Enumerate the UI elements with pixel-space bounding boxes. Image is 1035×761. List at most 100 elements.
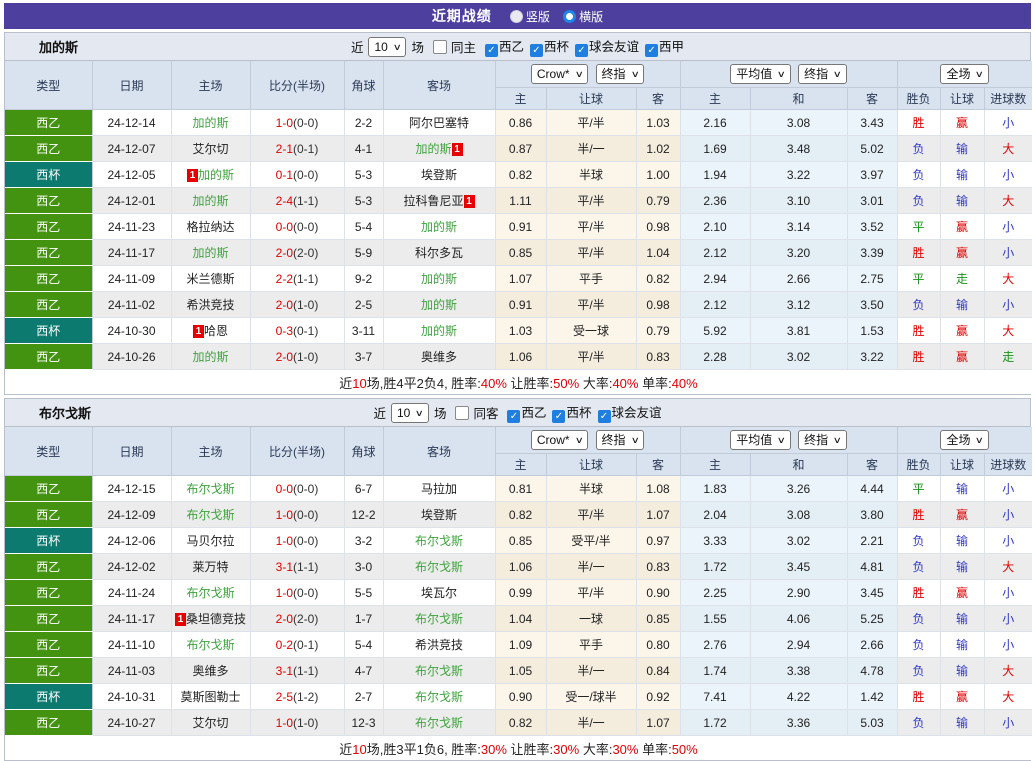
asian-odds-home: 0.91 — [495, 291, 547, 318]
avg-odds-away: 3.39 — [847, 239, 898, 266]
avg-odds-away: 3.22 — [847, 343, 898, 370]
chevron-down-icon: ∨ — [975, 69, 985, 79]
league-checkbox[interactable]: ✓ — [507, 410, 521, 423]
result-handicap: 输 — [940, 657, 985, 684]
home-team-cell: 布尔戈斯 — [171, 475, 251, 502]
match-date: 24-12-06 — [92, 527, 172, 554]
asian-odds-line: 平手 — [546, 631, 637, 658]
bookmaker-select[interactable]: Crow* ∨ — [530, 64, 589, 84]
final-odds-select-1[interactable]: 终指 ∨ — [595, 430, 645, 450]
corners-cell: 12-2 — [344, 501, 384, 528]
score-cell: 0-0(0-0) — [250, 475, 345, 502]
league-checkbox[interactable]: ✓ — [597, 410, 611, 423]
result-goals: 大 — [984, 187, 1033, 214]
asian-odds-line: 半/一 — [546, 553, 637, 580]
score-cell: 3-1(1-1) — [250, 553, 345, 580]
result-outcome: 负 — [897, 135, 941, 162]
result-goals: 大 — [984, 135, 1033, 162]
chevron-down-icon: ∨ — [630, 435, 640, 445]
chevron-down-icon: ∨ — [776, 435, 787, 445]
col-header-date: 日期 — [92, 427, 172, 476]
full-match-select[interactable]: 全场 ∨ — [940, 430, 990, 450]
score-cell: 3-1(1-1) — [250, 657, 345, 684]
col-header-home: 主场 — [171, 61, 251, 110]
score-cell: 0-1(0-0) — [250, 161, 345, 188]
away-team-cell: 阿尔巴塞特 — [383, 109, 496, 136]
average-select[interactable]: 平均值 ∨ — [730, 430, 791, 450]
result-goals: 小 — [984, 291, 1033, 318]
result-outcome: 胜 — [897, 109, 941, 136]
chevron-down-icon: ∨ — [776, 69, 787, 79]
away-team-cell: 加的斯 — [383, 213, 496, 240]
final-odds-select-2[interactable]: 终指 ∨ — [798, 64, 847, 84]
final-odds-value-2: 终指 — [804, 67, 829, 81]
filter-bar: 近 10 ∨ 场 同主 ✓ 西乙 ✓ 西杯 ✓ 球会友谊 ✓ 西甲 — [351, 36, 684, 57]
score-cell: 1-0(0-0) — [250, 527, 345, 554]
average-select[interactable]: 平均值 ∨ — [730, 64, 791, 84]
asian-odds-line: 半/一 — [546, 657, 637, 684]
filter-bar: 近 10 ∨ 场 同客 ✓ 西乙 ✓ 西杯 ✓ 球会友谊 — [373, 402, 662, 423]
match-row: 西乙 24-12-01 加的斯 2-4(1-1) 5-3 拉科鲁尼亚 1 1.11 平/半 0.7… — [5, 187, 1033, 214]
layout-radio-group: 竖版 横版 — [500, 8, 603, 25]
red-card-badge: 1 — [192, 325, 204, 338]
col-header-score: 比分(半场) — [250, 427, 345, 476]
final-odds-select-2[interactable]: 终指 ∨ — [798, 430, 847, 450]
recent-count-select[interactable]: 10 ∨ — [390, 402, 429, 423]
avg-odds-draw: 3.22 — [750, 161, 848, 188]
summary-stat-label: 近 — [339, 375, 353, 391]
team-name: 布尔戈斯 — [414, 716, 463, 730]
sub-header-avg-home: 主 — [680, 87, 751, 110]
avg-odds-draw: 3.20 — [750, 239, 848, 266]
sub-header-goals: 进球数 — [984, 453, 1033, 476]
vertical-layout-radio[interactable] — [509, 9, 523, 23]
match-date: 24-12-15 — [92, 475, 172, 502]
summary-stat-label: 场,胜4平2负4, 胜率: — [366, 375, 481, 391]
sub-header-handicap: 让球 — [940, 87, 985, 110]
home-team-cell: 莱万特 — [171, 553, 251, 580]
team-name: 莱万特 — [192, 560, 229, 574]
team-name: 布尔戈斯 — [186, 638, 235, 652]
league-checkbox[interactable]: ✓ — [645, 44, 659, 57]
corners-cell: 4-1 — [344, 135, 384, 162]
bookmaker-value: Crow* — [536, 433, 570, 447]
result-handicap: 输 — [940, 553, 985, 580]
full-match-select[interactable]: 全场 ∨ — [940, 64, 990, 84]
league-checkbox[interactable]: ✓ — [575, 44, 588, 57]
team-name: 加的斯 — [420, 298, 457, 312]
recent-count-select[interactable]: 10 ∨ — [368, 36, 407, 57]
asian-odds-home: 1.09 — [495, 631, 547, 658]
asian-odds-home: 0.91 — [495, 213, 547, 240]
league-checkbox[interactable]: ✓ — [484, 44, 498, 57]
team-name-heading: 布尔戈斯 — [39, 406, 92, 421]
avg-odds-away: 2.66 — [847, 631, 898, 658]
asian-odds-home: 0.82 — [495, 709, 547, 736]
league-filters: ✓ 西乙 ✓ 西杯 ✓ 球会友谊 ✓ 西甲 — [479, 36, 684, 57]
avg-odds-away: 3.43 — [847, 109, 898, 136]
team-name: 埃瓦尔 — [420, 586, 457, 600]
avg-odds-draw: 3.02 — [750, 527, 848, 554]
avg-odds-draw: 3.02 — [750, 343, 848, 370]
avg-odds-draw: 3.45 — [750, 553, 848, 580]
asian-odds-group-header: Crow* ∨ 终指 ∨ — [495, 61, 681, 88]
match-row: 西乙 24-12-15 布尔戈斯 0-0(0-0) 6-7 马拉加 0.81 半球 1.08 1.… — [5, 475, 1033, 502]
final-odds-select-1[interactable]: 终指 ∨ — [595, 64, 645, 84]
corners-cell: 5-5 — [344, 579, 384, 606]
asian-odds-line: 受一/球半 — [546, 683, 637, 710]
bookmaker-select[interactable]: Crow* ∨ — [530, 430, 589, 450]
asian-odds-away: 1.04 — [636, 239, 681, 266]
same-venue-checkbox[interactable] — [455, 405, 470, 420]
corners-cell: 5-3 — [344, 161, 384, 188]
summary-stat-value: 40% — [671, 375, 698, 391]
match-rows: 西乙 24-12-14 加的斯 1-0(0-0) 2-2 阿尔巴塞特 0.86 平/半 1.03… — [5, 109, 1033, 370]
league-checkbox[interactable]: ✓ — [552, 410, 566, 423]
horizontal-layout-radio[interactable] — [563, 9, 577, 23]
team-name: 布尔戈斯 — [414, 690, 463, 704]
avg-odds-draw: 3.10 — [750, 187, 848, 214]
corners-cell: 3-11 — [344, 317, 384, 344]
summary-stat-label: 单率: — [638, 741, 672, 757]
same-venue-checkbox[interactable] — [432, 39, 447, 54]
home-team-cell: 马贝尔拉 — [171, 527, 251, 554]
league-checkbox[interactable]: ✓ — [529, 44, 543, 57]
team-name: 布尔戈斯 — [414, 664, 463, 678]
team-name: 格拉纳达 — [186, 220, 235, 234]
